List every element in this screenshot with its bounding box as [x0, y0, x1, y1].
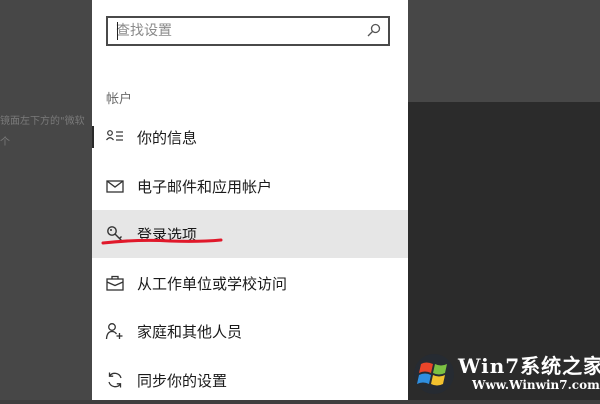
- nav-item-label: 家庭和其他人员: [137, 323, 243, 341]
- nav-item-label: 同步你的设置: [137, 372, 228, 390]
- background-text-line-1: 镜面左下方的"微软: [0, 116, 85, 127]
- nav-item-label: 从工作单位或学校访问: [137, 275, 288, 293]
- text-caret: [117, 22, 118, 40]
- background-window-left: 镜面左下方的"微软 个: [0, 0, 92, 400]
- nav-item-label: 电子邮件和应用帐户: [137, 178, 273, 196]
- sync-icon: [108, 372, 122, 388]
- person-card-icon: [106, 130, 123, 141]
- search-box[interactable]: [106, 16, 390, 46]
- background-text-line-2: 个: [0, 137, 10, 148]
- search-icon[interactable]: [366, 22, 382, 38]
- watermark-url: Www.Winwin7.com: [472, 378, 600, 392]
- person-add-icon: [105, 323, 123, 340]
- search-input[interactable]: [116, 18, 356, 44]
- nav-item-email-accounts[interactable]: 电子邮件和应用帐户: [92, 162, 408, 210]
- nav-item-label: 你的信息: [137, 129, 198, 147]
- nav-item-family-others[interactable]: 家庭和其他人员: [92, 307, 408, 355]
- watermark: Win7系统之家 Www.Winwin7.com: [410, 348, 600, 400]
- briefcase-icon: [106, 275, 124, 291]
- nav-item-sync-settings[interactable]: 同步你的设置: [92, 356, 408, 404]
- red-underline-annotation: [101, 238, 223, 245]
- nav-item-work-school[interactable]: 从工作单位或学校访问: [92, 259, 408, 307]
- nav-item-your-info[interactable]: 你的信息: [92, 113, 408, 161]
- section-heading: 帐户: [106, 92, 133, 107]
- background-window-right-top: [408, 0, 600, 102]
- windows-logo-icon: [414, 354, 454, 394]
- nav-item-sign-in-options[interactable]: 登录选项: [92, 210, 408, 258]
- settings-sidebar: 帐户 你的信息 电子邮件和应用帐户 登录选项: [92, 0, 408, 400]
- mail-icon: [106, 180, 124, 193]
- background-text: 镜面左下方的"微软 个: [0, 111, 85, 153]
- watermark-title: Win7系统之家: [458, 354, 600, 378]
